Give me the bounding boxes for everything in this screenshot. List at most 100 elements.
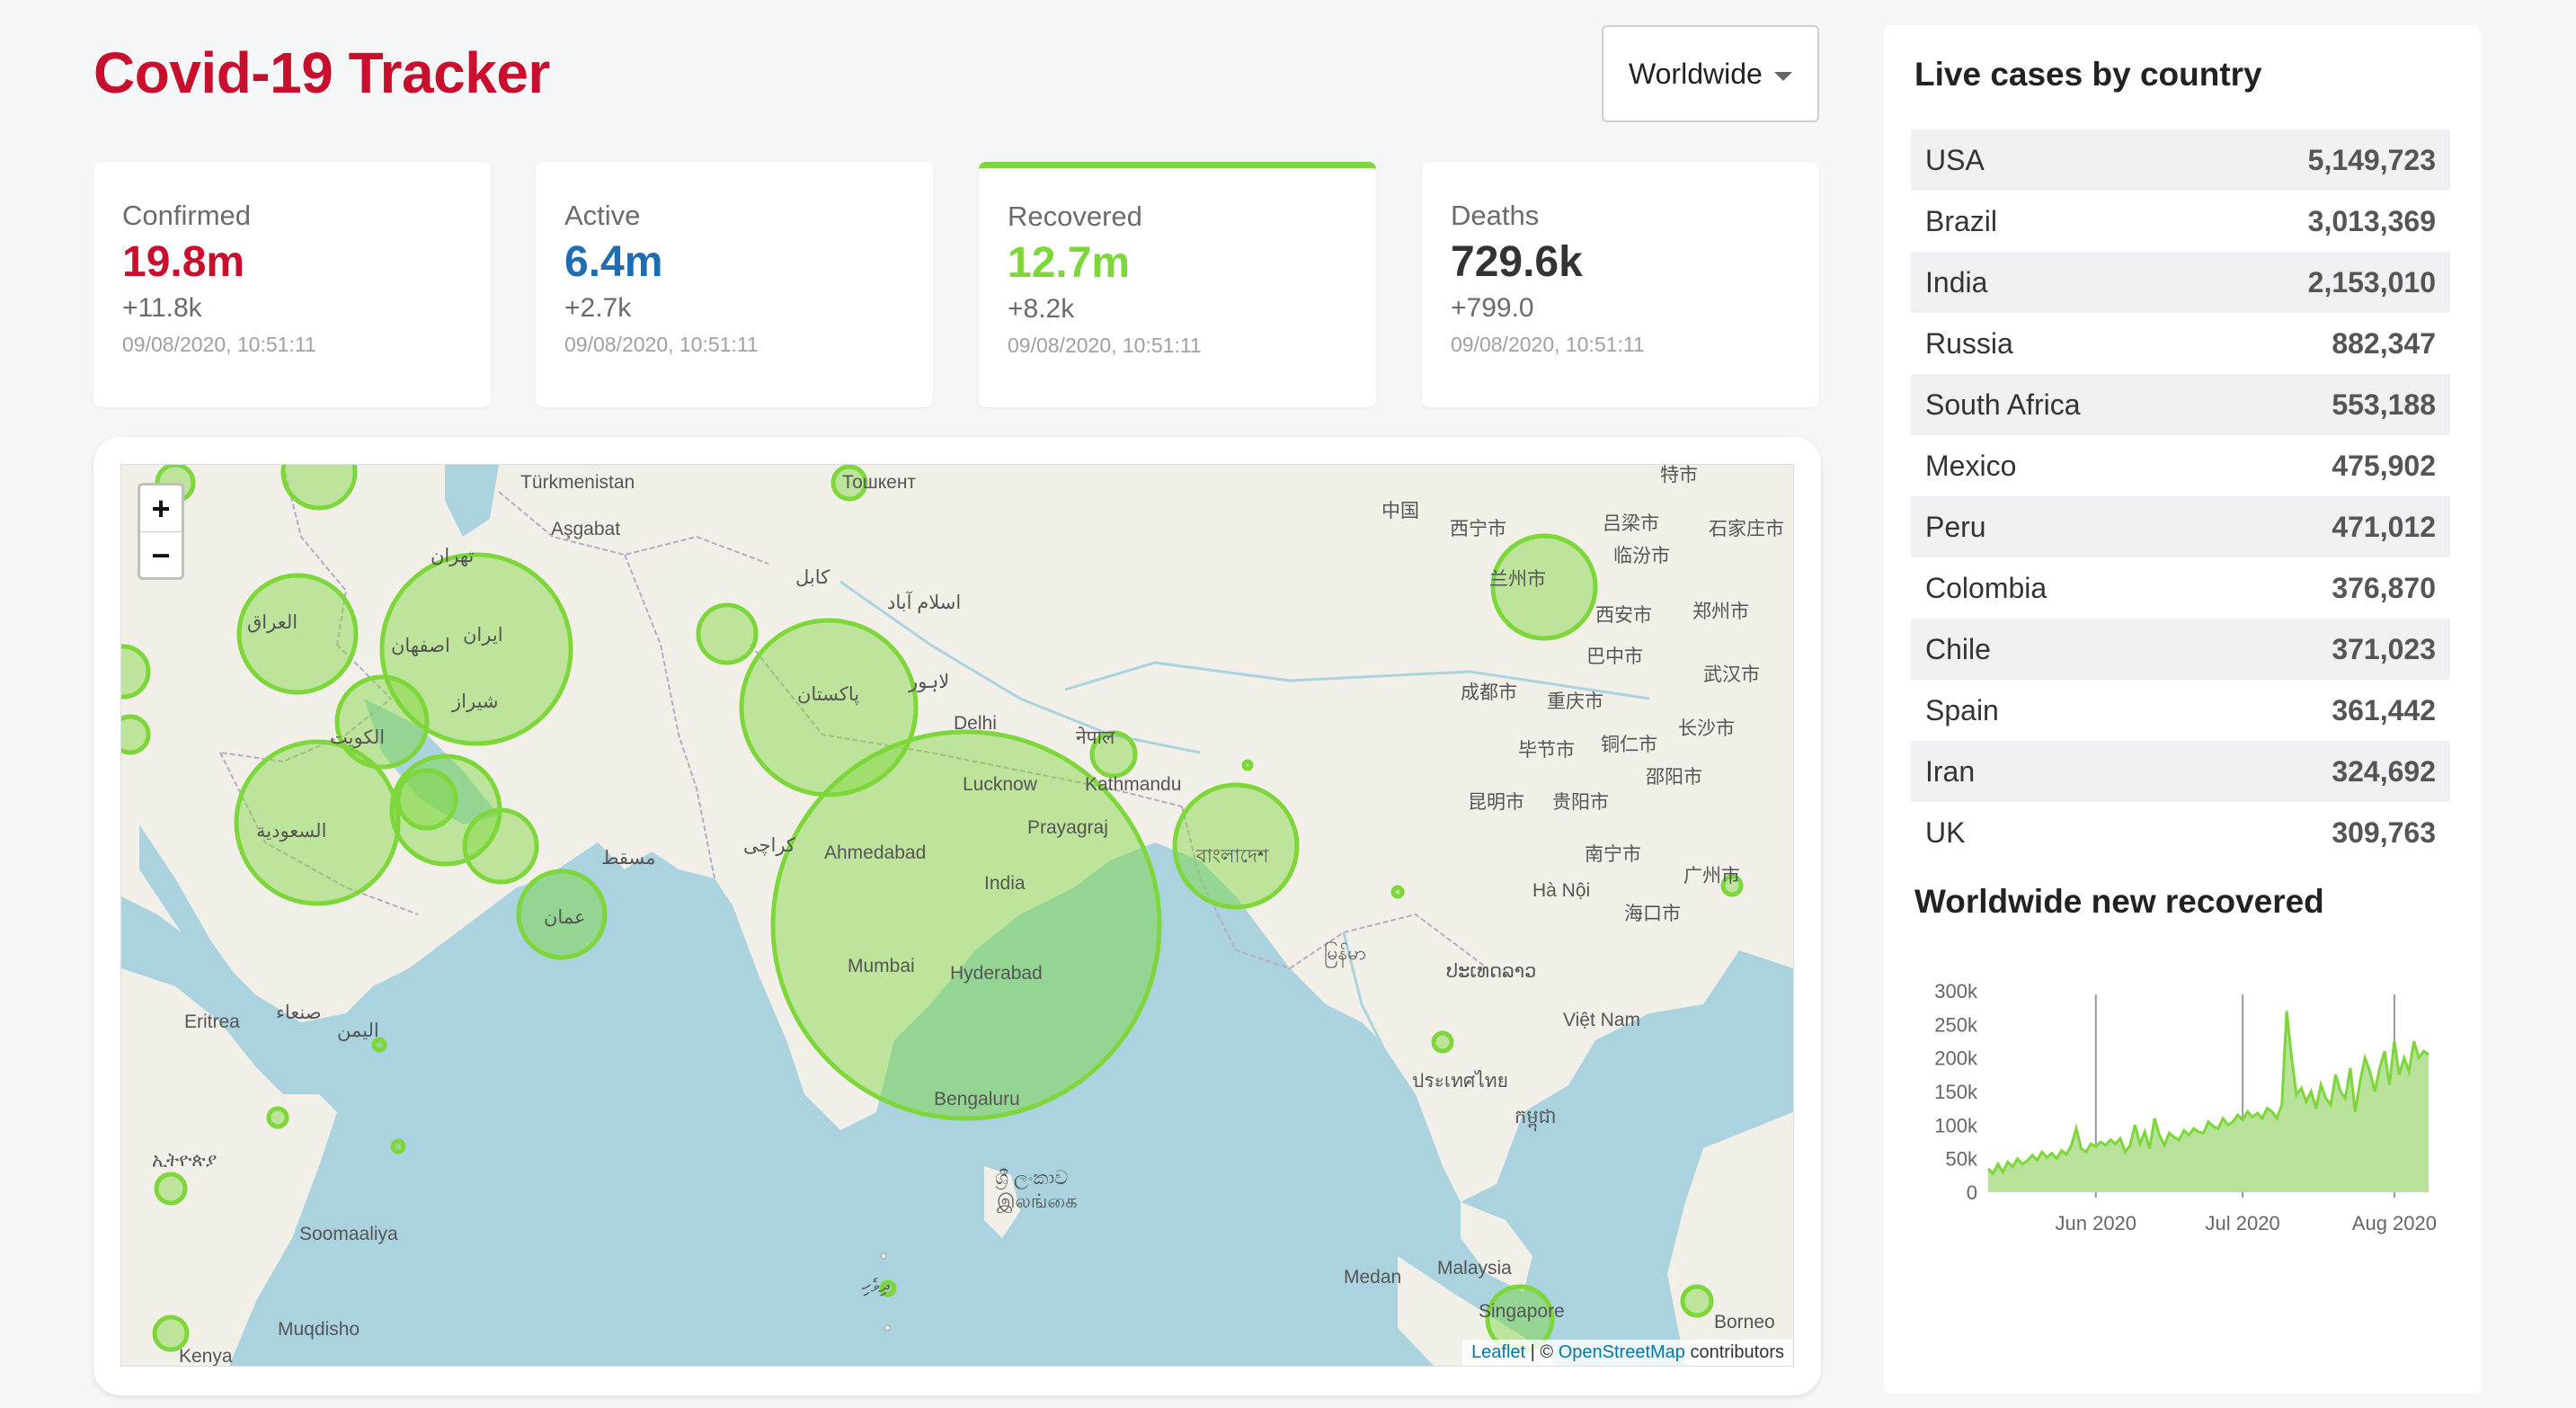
table-row: Peru 471,012 bbox=[1911, 496, 2450, 557]
live-cases-title: Live cases by country bbox=[1914, 56, 2262, 93]
y-tick-label: 300k bbox=[1934, 980, 1978, 1003]
map-label: Malaysia bbox=[1437, 1258, 1512, 1279]
map-label: 吕梁市 bbox=[1603, 513, 1659, 534]
map-label: ประเทศไทย bbox=[1412, 1070, 1508, 1092]
x-tick-label: Aug 2020 bbox=[2352, 1212, 2437, 1234]
country-name: Colombia bbox=[1925, 571, 2047, 604]
zoom-in-button[interactable]: + bbox=[140, 486, 182, 532]
country-cases: 553,188 bbox=[2332, 388, 2436, 421]
table-row: Mexico 475,902 bbox=[1911, 435, 2450, 496]
map-label: ދިވެހި bbox=[862, 1276, 891, 1297]
map-label: 海口市 bbox=[1624, 904, 1681, 924]
country-cases: 5,149,723 bbox=[2307, 143, 2436, 176]
map-label: 铜仁市 bbox=[1601, 735, 1657, 755]
case-circle bbox=[266, 1106, 289, 1129]
case-circle bbox=[236, 573, 359, 695]
confirmed-card[interactable]: Confirmed 19.8m +11.8k 09/08/2020, 10:51… bbox=[93, 162, 491, 407]
map-label: مسقط bbox=[601, 848, 656, 869]
country-table: USA 5,149,723 Brazil 3,013,369 India 2,153,… bbox=[1911, 129, 2450, 863]
map-label: شیراز bbox=[451, 691, 499, 713]
country-name: UK bbox=[1925, 815, 1966, 849]
attribution-separator: | © bbox=[1525, 1342, 1559, 1362]
map-label: Singapore bbox=[1479, 1301, 1565, 1322]
case-circle bbox=[1241, 759, 1254, 771]
map-label: 昆明市 bbox=[1468, 792, 1524, 813]
y-tick-label: 200k bbox=[1934, 1047, 1978, 1070]
map-label: 石家庄市 bbox=[1709, 519, 1784, 539]
map-label: الكويت bbox=[330, 727, 385, 749]
card-timestamp: 09/08/2020, 10:51:11 bbox=[1451, 333, 1645, 356]
recovered-card[interactable]: Recovered 12.7m +8.2k 09/08/2020, 10:51:… bbox=[979, 162, 1376, 407]
map-label: Eritrea bbox=[184, 1011, 240, 1032]
zoom-out-button[interactable]: − bbox=[140, 532, 182, 578]
map-label: 西安市 bbox=[1595, 605, 1652, 626]
map-label: नेपाल bbox=[1076, 726, 1115, 748]
map-label: اصفهان bbox=[391, 636, 450, 657]
card-label: Confirmed bbox=[122, 200, 251, 231]
map-label: کابل bbox=[795, 567, 830, 588]
case-circle bbox=[121, 714, 151, 755]
map-label: لاہور bbox=[908, 672, 949, 693]
map-label: السعودية bbox=[256, 821, 326, 842]
map-label: 武汉市 bbox=[1703, 664, 1760, 685]
country-cases: 361,442 bbox=[2332, 693, 2436, 726]
recovered-chart: 0 50k 100k 150k 200k 250k 300k Jun 2020 Jul 202… bbox=[1934, 980, 2437, 1234]
country-name: Mexico bbox=[1925, 449, 2017, 482]
map-label: صنعاء bbox=[276, 1003, 322, 1023]
map-label: 广州市 bbox=[1683, 866, 1740, 887]
map-label: العراق bbox=[247, 612, 298, 634]
map-card: Türkmenistan Aşgabat Тошкент Delhi Luckn… bbox=[93, 437, 1821, 1395]
country-cases: 2,153,010 bbox=[2307, 265, 2436, 299]
country-cases: 309,763 bbox=[2332, 815, 2436, 849]
y-axis: 0 50k 100k 150k 200k 250k 300k bbox=[1934, 980, 1978, 1204]
country-cases: 471,012 bbox=[2332, 510, 2436, 543]
x-tick-label: Jun 2020 bbox=[2056, 1212, 2137, 1234]
case-circle bbox=[1680, 1284, 1714, 1318]
chart-area bbox=[1988, 1011, 2429, 1192]
y-tick-label: 100k bbox=[1934, 1114, 1978, 1136]
active-card[interactable]: Active 6.4m +2.7k 09/08/2020, 10:51:11 bbox=[536, 162, 933, 407]
map-label: Bengaluru bbox=[934, 1089, 1020, 1109]
card-timestamp: 09/08/2020, 10:51:11 bbox=[1008, 334, 1202, 357]
osm-link[interactable]: OpenStreetMap bbox=[1559, 1342, 1685, 1362]
leaflet-link[interactable]: Leaflet bbox=[1471, 1342, 1525, 1362]
card-label: Recovered bbox=[1008, 201, 1142, 232]
map-label: پاکستان bbox=[797, 684, 859, 706]
map-label: இலங்கை bbox=[997, 1191, 1078, 1213]
map-label: 贵阳市 bbox=[1552, 792, 1609, 813]
country-name: South Africa bbox=[1925, 388, 2081, 421]
map-label: Muqdisho bbox=[278, 1319, 360, 1340]
map-view[interactable]: Türkmenistan Aşgabat Тошкент Delhi Luckn… bbox=[120, 464, 1794, 1367]
chart-title: Worldwide new recovered bbox=[1914, 883, 2324, 920]
map-label: کراچی bbox=[743, 835, 795, 857]
country-dropdown-value: Worldwide bbox=[1629, 57, 1763, 90]
map-label: Тошкент bbox=[842, 472, 916, 493]
country-name: Chile bbox=[1925, 632, 1991, 665]
card-timestamp: 09/08/2020, 10:51:11 bbox=[122, 333, 316, 356]
map-label: اسلام آباد bbox=[887, 590, 961, 614]
map-label: اليمن bbox=[337, 1020, 379, 1042]
country-cases: 371,023 bbox=[2332, 632, 2436, 665]
table-row: Colombia 376,870 bbox=[1911, 557, 2450, 619]
case-circle bbox=[1431, 1030, 1454, 1054]
deaths-card[interactable]: Deaths 729.6k +799.0 09/08/2020, 10:51:1… bbox=[1422, 162, 1819, 407]
card-change: +2.7k bbox=[564, 293, 632, 323]
card-change: +799.0 bbox=[1451, 293, 1534, 323]
country-dropdown[interactable]: Worldwide bbox=[1602, 25, 1819, 122]
card-total: 12.7m bbox=[1008, 239, 1131, 287]
country-name: Peru bbox=[1925, 510, 1986, 543]
case-circle bbox=[462, 807, 539, 885]
case-circle bbox=[152, 1314, 190, 1352]
map-label: 西宁市 bbox=[1450, 519, 1506, 539]
y-tick-label: 50k bbox=[1946, 1148, 1978, 1171]
case-circle bbox=[334, 674, 430, 770]
land-mass bbox=[1461, 1202, 1532, 1292]
card-timestamp: 09/08/2020, 10:51:11 bbox=[564, 333, 759, 356]
map-label: ኢትዮጵያ bbox=[152, 1150, 217, 1171]
island bbox=[880, 1252, 887, 1260]
map-label: Prayagraj bbox=[1027, 817, 1108, 838]
map-label: 重庆市 bbox=[1547, 691, 1603, 712]
y-tick-label: 0 bbox=[1967, 1181, 1977, 1204]
map-label: Aşgabat bbox=[551, 519, 620, 539]
country-name: Brazil bbox=[1925, 204, 1998, 237]
